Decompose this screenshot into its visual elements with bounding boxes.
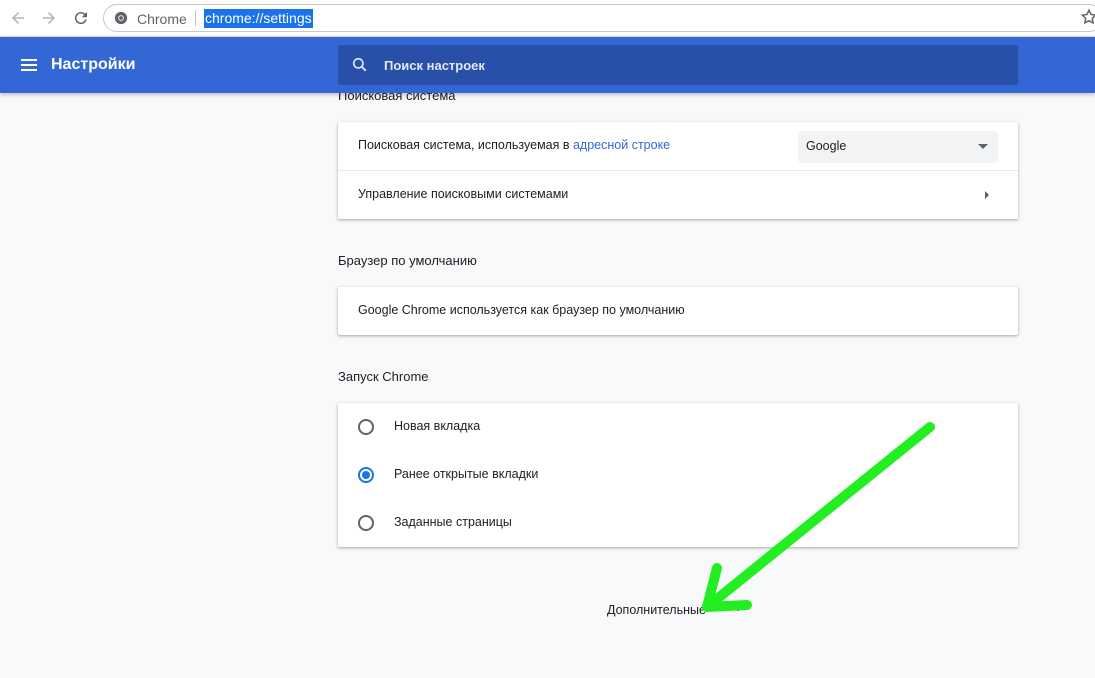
bookmark-star-icon[interactable]: [1080, 8, 1095, 26]
menu-button[interactable]: [18, 53, 42, 77]
site-name: Chrome: [137, 11, 187, 27]
url-text[interactable]: chrome://settings: [204, 9, 313, 28]
manage-search-engines-row[interactable]: Управление поисковыми системами: [338, 171, 1018, 219]
startup-option-previous-tabs[interactable]: Ранее открытые вкладки: [338, 451, 1018, 499]
address-bar[interactable]: Chrome chrome://settings: [103, 4, 1095, 32]
arrow-left-icon: [12, 12, 24, 24]
browser-toolbar: Chrome chrome://settings: [0, 0, 1095, 37]
page-title: Настройки: [51, 56, 136, 73]
section-title-default-browser: Браузер по умолчанию: [338, 253, 477, 268]
back-button[interactable]: [6, 6, 30, 30]
manage-search-engines-label: Управление поисковыми системами: [358, 187, 569, 201]
search-engine-select-value: Google: [806, 139, 847, 153]
default-browser-card: Google Chrome используется как браузер п…: [338, 287, 1018, 335]
radio-label: Заданные страницы: [394, 515, 512, 529]
search-engine-row: Поисковая система, используемая в адресн…: [338, 122, 1018, 170]
hamburger-menu-icon: [21, 59, 37, 71]
default-browser-text: Google Chrome используется как браузер п…: [358, 303, 685, 317]
annotation-arrow: [702, 422, 935, 612]
chrome-site-icon: [114, 11, 128, 25]
radio-label: Ранее открытые вкладки: [394, 467, 539, 481]
startup-card: Новая вкладка Ранее открытые вкладки Зад…: [338, 403, 1018, 547]
startup-option-new-tab[interactable]: Новая вкладка: [338, 403, 1018, 451]
search-icon: [352, 57, 367, 72]
search-engine-text: Поисковая система, используемая в: [358, 138, 570, 152]
advanced-button[interactable]: Дополнительные: [607, 603, 706, 617]
dropdown-arrow-icon: [978, 144, 988, 149]
search-engine-description: Поисковая система, используемая в адресн…: [358, 138, 670, 152]
settings-header: Настройки: [0, 37, 1095, 93]
chevron-right-icon: [985, 191, 989, 199]
chevron-down-icon: [734, 606, 742, 612]
radio-specific-pages[interactable]: [358, 515, 374, 531]
search-input[interactable]: [384, 45, 1004, 85]
reload-button[interactable]: [69, 6, 93, 30]
search-engine-select[interactable]: Google: [798, 131, 998, 163]
startup-option-specific-pages[interactable]: Заданные страницы: [338, 499, 1018, 547]
radio-label: Новая вкладка: [394, 419, 481, 433]
search-engine-card: Поисковая система, используемая в адресн…: [338, 122, 1018, 219]
radio-new-tab[interactable]: [358, 419, 374, 435]
reload-icon: [74, 12, 87, 25]
arrow-right-icon: [43, 12, 55, 24]
search-box[interactable]: [338, 45, 1018, 85]
forward-button[interactable]: [37, 6, 61, 30]
section-title-startup: Запуск Chrome: [338, 369, 429, 384]
omnibox-separator: [195, 10, 196, 26]
radio-previous-tabs[interactable]: [358, 467, 374, 483]
address-bar-link[interactable]: адресной строке: [573, 138, 670, 152]
